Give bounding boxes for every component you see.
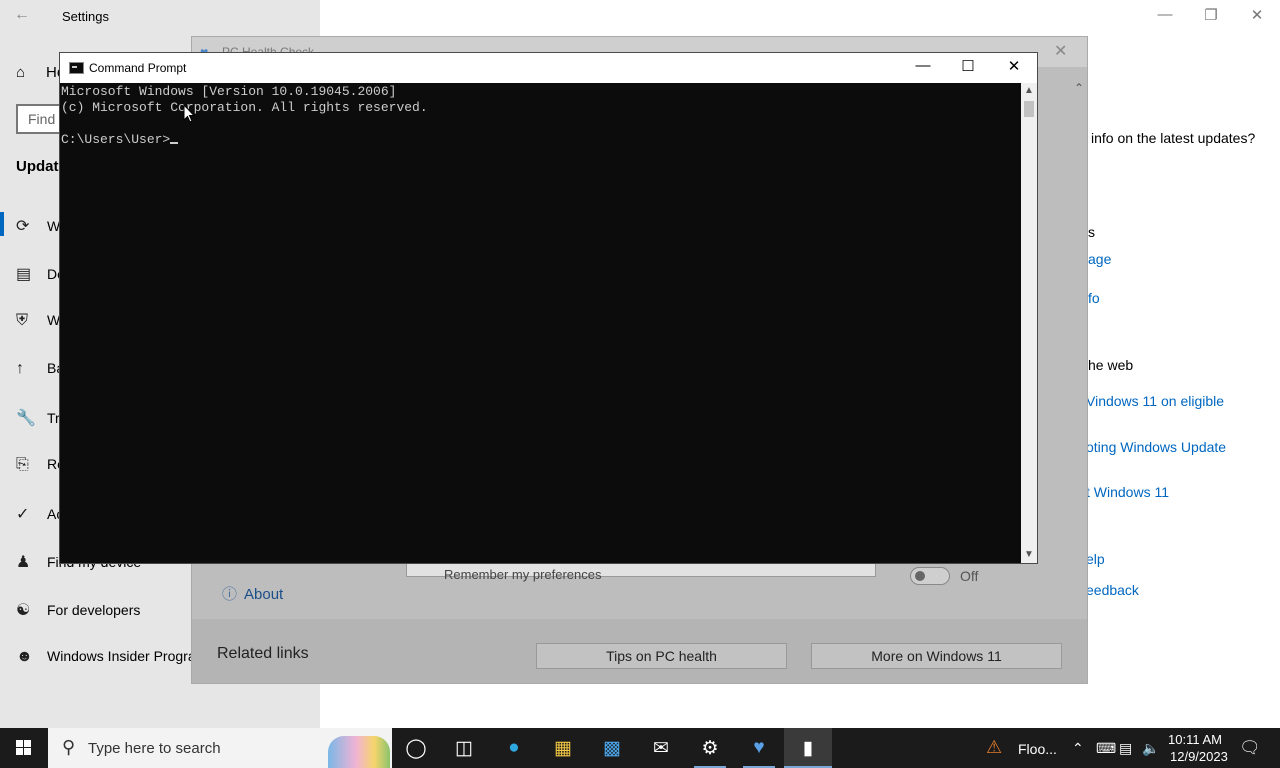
link-windows11[interactable]: t Windows 11 <box>1086 484 1169 500</box>
console-line: (c) Microsoft Corporation. All rights re… <box>61 100 428 115</box>
scroll-down-arrow-icon[interactable]: ▼ <box>1024 549 1034 560</box>
sidebar-item-activation[interactable]: ✓ Ac <box>16 504 63 524</box>
sync-icon: ⟳ <box>16 218 30 235</box>
toggle-state-label: Off <box>960 568 979 584</box>
command-prompt-icon[interactable]: ▮ <box>784 728 832 768</box>
windows-logo-icon <box>16 740 31 755</box>
developer-icon: ☯ <box>16 602 31 619</box>
related-heading-fragment: s <box>1088 224 1095 240</box>
console-output[interactable]: Microsoft Windows [Version 10.0.19045.20… <box>60 83 1021 563</box>
notification-center-icon[interactable]: 🗨 <box>1239 738 1261 758</box>
sidebar-item-recovery[interactable]: ⎘ Re <box>16 456 65 474</box>
insider-icon: ☻ <box>16 648 33 665</box>
close-icon[interactable]: ✕ <box>991 57 1037 81</box>
link-info[interactable]: fo <box>1088 290 1100 306</box>
find-placeholder: Find <box>28 111 56 127</box>
clock-date[interactable]: 12/9/2023 <box>1170 749 1228 764</box>
file-explorer-icon[interactable]: ▦ <box>539 728 587 768</box>
minimize-icon[interactable]: — <box>900 57 946 81</box>
backup-icon: ↑ <box>16 360 24 377</box>
start-button[interactable] <box>0 728 48 768</box>
weather-text[interactable]: Floo... <box>1018 741 1057 757</box>
task-view-icon[interactable]: ◫ <box>440 728 488 768</box>
popup-text: Remember my preferences <box>444 567 602 582</box>
related-links-heading: Related links <box>217 645 309 662</box>
link-get-help[interactable]: elp <box>1086 551 1105 567</box>
help-from-web-heading: he web <box>1088 357 1134 373</box>
back-arrow-icon[interactable]: ← <box>14 6 30 24</box>
scroll-thumb[interactable] <box>1024 101 1034 117</box>
clock-time[interactable]: 10:11 AM <box>1168 732 1222 747</box>
sidebar-item-label: Windows Insider Progra <box>47 648 196 664</box>
delivery-icon: ▤ <box>16 266 32 283</box>
scroll-up-arrow-icon[interactable]: ▲ <box>1024 85 1034 96</box>
shield-icon: ⛨ <box>16 312 29 329</box>
taskbar: ⚲ Type here to search ◯ ◫ ● ▦ ▩ ✉ ⚙ ♥ ▮ … <box>0 728 1280 768</box>
sidebar-item-insider-program[interactable]: ☻ Windows Insider Progra <box>16 648 196 666</box>
question-circle-icon: ⓘ <box>222 586 238 603</box>
network-icon[interactable]: ▤ <box>1119 740 1132 757</box>
sidebar-item-label: Tr <box>47 410 60 426</box>
taskbar-search-box[interactable]: ⚲ Type here to search <box>48 728 392 768</box>
recovery-icon: ⎘ <box>16 456 29 473</box>
person-locate-icon: ♟ <box>16 554 31 571</box>
selected-indicator <box>0 212 4 236</box>
sidebar-item-for-developers[interactable]: ☯ For developers <box>16 600 140 620</box>
chevron-up-icon[interactable]: ⌃ <box>1072 740 1084 757</box>
store-icon[interactable]: ▩ <box>588 728 636 768</box>
search-highlight-illustration <box>328 736 390 768</box>
text-cursor <box>170 142 179 144</box>
sidebar-item-delivery-optimization[interactable]: ▤ De <box>16 264 65 284</box>
link-windows11-eligible[interactable]: Vindows 11 on eligible <box>1086 393 1224 409</box>
link-troubleshooting[interactable]: oting Windows Update <box>1086 439 1226 455</box>
about-link[interactable]: ⓘ About <box>222 583 283 604</box>
about-label: About <box>244 586 284 603</box>
usb-device-icon[interactable]: ⌨ <box>1096 740 1116 757</box>
maximize-icon[interactable]: ☐ <box>945 57 991 81</box>
cortana-icon[interactable]: ◯ <box>392 728 440 768</box>
settings-right-panel: info on the latest updates? s age fo he … <box>1080 0 1280 728</box>
link-give-feedback[interactable]: eedback <box>1086 582 1139 598</box>
mouse-pointer-icon <box>183 104 195 123</box>
command-prompt-titlebar[interactable]: Command Prompt — ☐ ✕ <box>60 53 1037 83</box>
console-scrollbar[interactable]: ▲ ▼ <box>1021 83 1037 563</box>
settings-icon[interactable]: ⚙ <box>686 728 734 768</box>
weather-alert-icon[interactable]: ⚠ <box>986 737 1002 758</box>
sidebar-item-troubleshoot[interactable]: 🔧 Tr <box>16 408 60 428</box>
settings-title: Settings <box>62 9 109 24</box>
close-icon[interactable]: ✕ <box>1054 41 1067 61</box>
sidebar-item-windows-security[interactable]: ⛨ W <box>16 312 60 330</box>
command-prompt-title: Command Prompt <box>89 61 187 75</box>
console-line: Microsoft Windows [Version 10.0.19045.20… <box>61 84 397 99</box>
mail-icon[interactable]: ✉ <box>637 728 685 768</box>
check-circle-icon: ✓ <box>16 506 30 523</box>
home-icon: ⌂ <box>16 64 26 81</box>
search-placeholder: Type here to search <box>88 740 221 757</box>
updates-question: info on the latest updates? <box>1091 130 1256 146</box>
preferences-toggle[interactable] <box>910 567 950 585</box>
sidebar-item-windows-update[interactable]: ⟳ W <box>16 216 60 236</box>
search-icon: ⚲ <box>62 737 76 757</box>
console-prompt: C:\Users\User> <box>61 132 171 147</box>
volume-muted-icon[interactable]: 🔈 <box>1142 740 1159 757</box>
more-windows11-button[interactable]: More on Windows 11 <box>811 643 1062 669</box>
chevron-up-icon[interactable]: ⌃ <box>1074 81 1084 95</box>
link-usage[interactable]: age <box>1088 251 1111 267</box>
command-prompt-icon <box>69 62 84 74</box>
edge-icon[interactable]: ● <box>490 728 538 768</box>
command-prompt-window: Command Prompt — ☐ ✕ Microsoft Windows [… <box>59 52 1038 564</box>
wrench-icon: 🔧 <box>16 410 36 427</box>
pc-health-check-icon[interactable]: ♥ <box>735 728 783 768</box>
sidebar-item-label: For developers <box>47 602 141 618</box>
sidebar-item-backup[interactable]: ↑ Ba <box>16 360 64 378</box>
scrollbar[interactable]: ⌃ <box>1074 81 1088 481</box>
tips-pc-health-button[interactable]: Tips on PC health <box>536 643 787 669</box>
